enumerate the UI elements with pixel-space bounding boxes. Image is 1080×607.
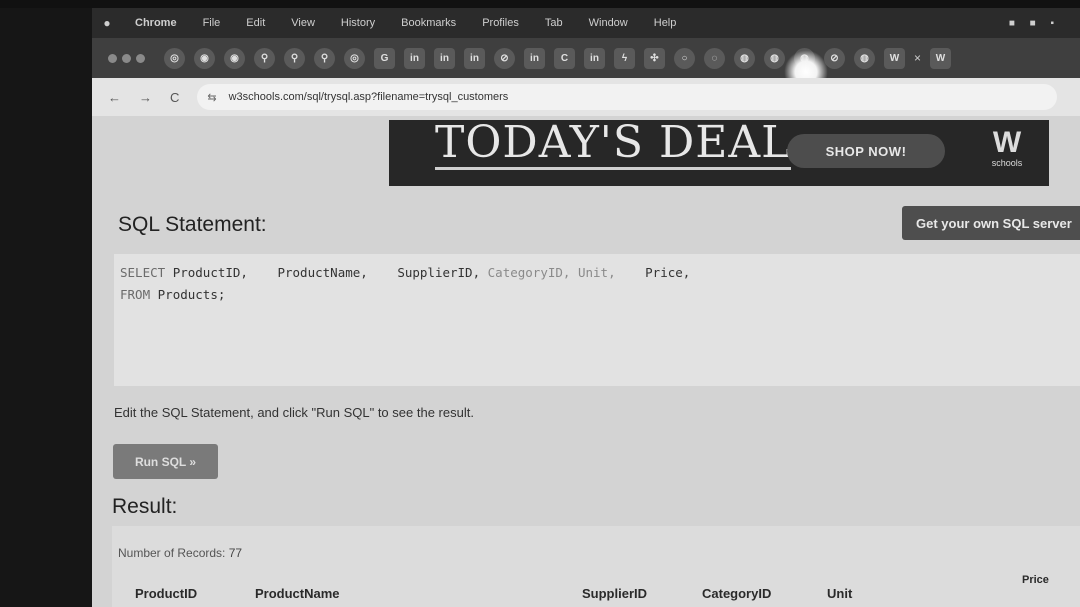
- menu-edit[interactable]: Edit: [233, 17, 278, 29]
- back-icon[interactable]: ←: [108, 90, 121, 105]
- tab-favicon-w3schools[interactable]: W: [884, 47, 905, 69]
- instruction-text: Edit the SQL Statement, and click "Run S…: [114, 405, 474, 420]
- page-content: TODAY'S DEAL SHOP NOW! W schools SQL Sta…: [92, 116, 1080, 607]
- screen-bezel-top: [0, 0, 1080, 8]
- menu-view[interactable]: View: [278, 17, 328, 29]
- menu-window[interactable]: Window: [576, 17, 641, 29]
- tab-favicon[interactable]: ✣: [644, 47, 665, 69]
- tab-favicon-w3schools-active[interactable]: W: [930, 47, 952, 69]
- tab-favicon[interactable]: ◎: [164, 47, 185, 69]
- column-token: Price,: [645, 265, 691, 280]
- get-sql-server-button[interactable]: Get your own SQL server: [902, 206, 1080, 240]
- result-panel: Number of Records: 77 ProductID ProductN…: [112, 526, 1080, 607]
- w3schools-logo: W schools: [977, 128, 1037, 176]
- menu-profiles[interactable]: Profiles: [469, 17, 532, 29]
- tab-favicon[interactable]: ◍: [764, 47, 785, 69]
- table-header-row: ProductID ProductName SupplierID Categor…: [112, 574, 1080, 607]
- column-token: ProductName,: [277, 265, 368, 280]
- editor-line-2: FROM Products;: [120, 284, 1074, 306]
- column-token: Unit,: [577, 265, 616, 280]
- sql-editor[interactable]: SELECT ProductID, ProductName, SupplierI…: [114, 254, 1080, 386]
- tab-favicon[interactable]: ϟ: [614, 47, 635, 69]
- column-header-unit[interactable]: Unit: [827, 586, 852, 601]
- tab-favicon-linkedin[interactable]: in: [434, 47, 455, 69]
- tab-favicon[interactable]: ◉: [224, 47, 245, 69]
- tab-favicon[interactable]: ⊘: [494, 47, 515, 69]
- tab-favicon-linkedin[interactable]: in: [404, 47, 425, 69]
- menu-chrome[interactable]: Chrome: [122, 17, 190, 29]
- site-settings-icon[interactable]: ⇆: [207, 91, 216, 104]
- tab-favicon[interactable]: ◌: [704, 47, 725, 69]
- window-controls[interactable]: [108, 53, 145, 63]
- url-text[interactable]: w3schools.com/sql/trysql.asp?filename=tr…: [229, 91, 509, 103]
- tab-favicon[interactable]: ◍: [734, 47, 755, 69]
- tab-favicon[interactable]: C: [554, 47, 575, 69]
- records-label: Number of Records:: [118, 546, 226, 560]
- menu-help[interactable]: Help: [641, 17, 690, 29]
- browser-toolbar: ← → C ⇆ w3schools.com/sql/trysql.asp?fil…: [92, 78, 1080, 116]
- run-sql-button[interactable]: Run SQL »: [113, 444, 218, 479]
- logo-text: schools: [991, 158, 1023, 168]
- records-count: Number of Records: 77: [118, 546, 242, 560]
- minimize-window-dot[interactable]: [122, 53, 131, 63]
- close-window-dot[interactable]: [108, 53, 117, 63]
- forward-icon[interactable]: →: [139, 90, 152, 105]
- menu-file[interactable]: File: [190, 17, 234, 29]
- column-token: ProductID,: [172, 265, 248, 280]
- keyword-from: FROM: [120, 287, 151, 302]
- keyword-select: SELECT: [120, 265, 166, 280]
- table-token: Products;: [157, 287, 226, 302]
- records-number: 77: [228, 546, 243, 560]
- mac-menu-bar: ● Chrome File Edit View History Bookmark…: [92, 8, 1080, 38]
- tab-favicon[interactable]: ⚲: [254, 47, 275, 69]
- menu-tab[interactable]: Tab: [532, 17, 576, 29]
- apple-icon[interactable]: ●: [92, 16, 122, 30]
- menu-history[interactable]: History: [328, 17, 388, 29]
- tab-favicon[interactable]: ○: [674, 47, 695, 69]
- tab-favicon-linkedin[interactable]: in: [584, 47, 605, 69]
- shop-now-button[interactable]: SHOP NOW!: [787, 134, 945, 168]
- status-tray-icons[interactable]: ■ ■ ▪: [1009, 18, 1080, 29]
- tab-favicon[interactable]: ◍: [854, 47, 875, 69]
- column-token: CategoryID,: [487, 265, 571, 280]
- screen-bezel: [0, 0, 92, 607]
- tab-favicon-linkedin[interactable]: in: [464, 47, 485, 69]
- tab-favicon-linkedin[interactable]: in: [524, 47, 545, 69]
- editor-line-1: SELECT ProductID, ProductName, SupplierI…: [120, 262, 1074, 284]
- menu-bookmarks[interactable]: Bookmarks: [388, 17, 469, 29]
- column-header-productid[interactable]: ProductID: [135, 586, 197, 601]
- column-token: SupplierID,: [397, 265, 481, 280]
- sql-statement-heading: SQL Statement:: [118, 213, 267, 236]
- column-header-supplierid[interactable]: SupplierID: [582, 586, 647, 601]
- tab-favicon[interactable]: ⚲: [284, 47, 305, 69]
- zoom-window-dot[interactable]: [136, 53, 145, 63]
- logo-mark: W: [992, 126, 1022, 159]
- ad-banner[interactable]: TODAY'S DEAL SHOP NOW! W schools: [389, 120, 1049, 186]
- column-header-productname[interactable]: ProductName: [255, 586, 340, 601]
- tab-close-icon[interactable]: ×: [914, 51, 921, 65]
- tab-favicon[interactable]: ⚲: [314, 47, 335, 69]
- tab-favicon-google[interactable]: G: [374, 47, 395, 69]
- tab-favicon[interactable]: ◎: [344, 47, 365, 69]
- tab-favicon[interactable]: ◉: [194, 47, 215, 69]
- tab-strip: ◎ ◉ ◉ ⚲ ⚲ ⚲ ◎ G in in in ⊘ in C in ϟ ✣ ○…: [92, 38, 1080, 78]
- address-bar[interactable]: ⇆ w3schools.com/sql/trysql.asp?filename=…: [197, 84, 1058, 110]
- result-heading: Result:: [112, 495, 178, 518]
- column-header-price[interactable]: Price: [1022, 574, 1049, 586]
- column-header-categoryid[interactable]: CategoryID: [702, 586, 771, 601]
- reload-icon[interactable]: C: [170, 90, 179, 105]
- ad-title: TODAY'S DEAL: [435, 116, 792, 170]
